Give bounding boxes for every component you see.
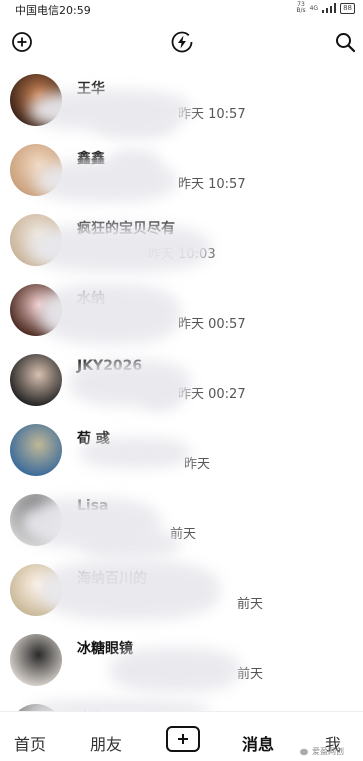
privacy-blur (140, 380, 180, 410)
status-indicators: 73 B/s 4G 88 (296, 2, 355, 14)
conversation-row[interactable]: 水纳昨天 00:57 (0, 280, 363, 350)
conversation-row[interactable]: Lisa前天 (0, 490, 363, 560)
search-icon[interactable] (333, 30, 357, 54)
privacy-blur (110, 648, 240, 692)
battery-icon: 88 (340, 2, 355, 14)
avatar[interactable] (10, 424, 62, 476)
wechat-icon (300, 748, 308, 755)
conversation-row[interactable]: 荀 彧昨天 (0, 420, 363, 490)
watermark-text: 爱盈网创 (312, 747, 344, 756)
status-bar: 中国电信20:59 73 B/s 4G 88 (0, 0, 363, 18)
message-time: 前天 (237, 597, 264, 612)
conversation-row[interactable]: JKY2026昨天 00:27 (0, 350, 363, 420)
privacy-blur (40, 284, 180, 344)
privacy-blur (40, 560, 220, 620)
conversation-row[interactable]: 冰糖眼镜 前天 (0, 630, 363, 700)
nav-messages[interactable]: 消息 (242, 731, 274, 755)
conversation-row[interactable]: 海纳百川的前天 (0, 560, 363, 630)
conversation-row[interactable]: 王华 昨天 10:57 (0, 70, 363, 140)
message-time: 昨天 00:57 (178, 317, 246, 332)
network-type: 4G (309, 4, 319, 12)
carrier-name: 中国电信 (15, 4, 59, 17)
battery-level: 88 (343, 3, 352, 12)
avatar[interactable] (10, 634, 62, 686)
avatar[interactable] (10, 354, 62, 406)
nav-friends[interactable]: 朋友 (90, 731, 122, 755)
speed-unit: B/s (296, 7, 306, 14)
conversation-row[interactable]: 疯狂的宝贝尽有昨天 10:03 (0, 210, 363, 280)
clock-time: 20:59 (59, 4, 91, 17)
add-circle-icon[interactable] (10, 30, 34, 54)
lightning-icon[interactable] (170, 30, 194, 54)
privacy-blur (80, 530, 180, 558)
message-time: 前天 (237, 667, 264, 682)
signal-icon (322, 3, 337, 13)
privacy-blur (30, 224, 210, 272)
message-time: 昨天 10:57 (178, 177, 246, 192)
bottom-nav: 首页 朋友 消息 我 爱盈网创 (0, 711, 363, 761)
privacy-blur (95, 110, 175, 138)
create-button[interactable] (166, 726, 200, 752)
privacy-blur (80, 438, 190, 468)
network-speed: 73 B/s (296, 2, 305, 14)
top-bar (0, 22, 363, 62)
nav-home[interactable]: 首页 (14, 731, 46, 755)
conversation-row[interactable]: 鑫鑫 昨天 10:57 (0, 140, 363, 210)
conversation-list: 王华昨天 10:57鑫鑫昨天 10:57疯狂的宝贝尽有昨天 10:03水纳昨天 … (0, 70, 363, 761)
status-carrier-time: 中国电信20:59 (15, 2, 91, 18)
privacy-blur (110, 150, 160, 180)
watermark: 爱盈网创 (300, 746, 344, 757)
